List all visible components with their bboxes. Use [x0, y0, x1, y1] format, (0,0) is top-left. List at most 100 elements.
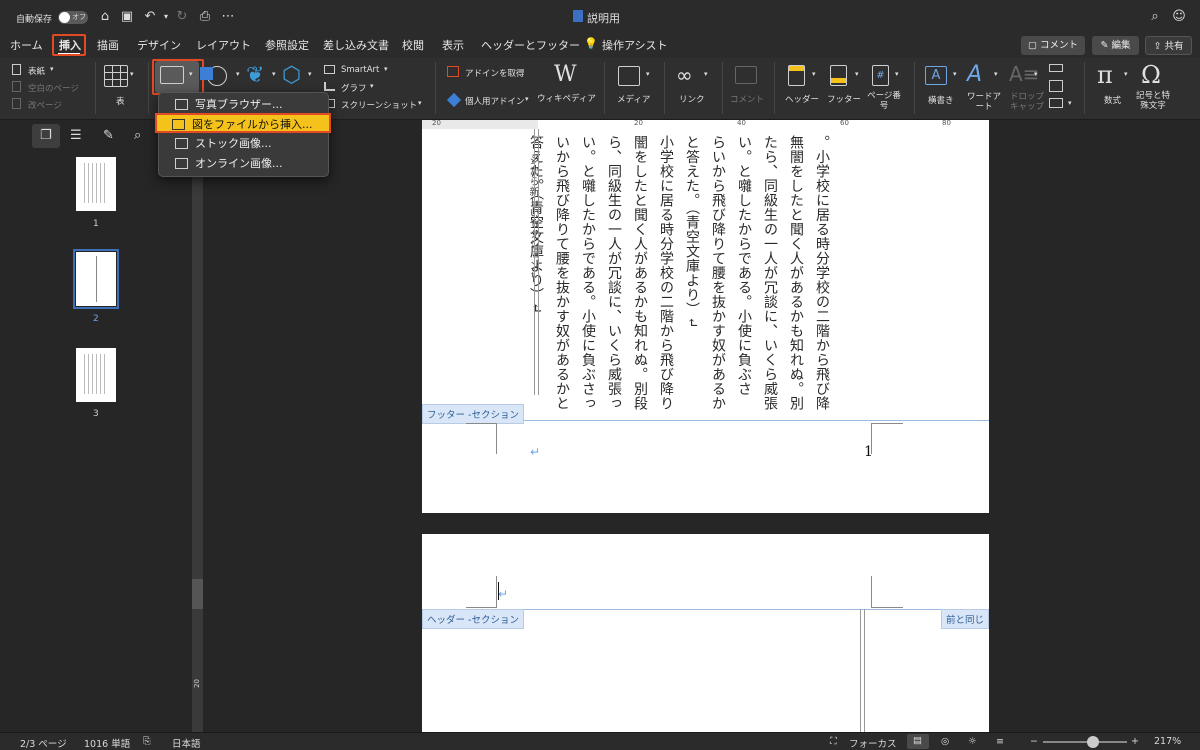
date-time-icon[interactable]	[1049, 80, 1063, 92]
outline-icon[interactable]: ☰	[70, 128, 82, 143]
search-icon[interactable]: ⌕	[1147, 9, 1163, 25]
page-thumbnail-1[interactable]	[76, 157, 116, 211]
comments-button[interactable]: ▢ コメント	[1021, 36, 1085, 55]
more-icon[interactable]: ⋯	[220, 9, 236, 25]
page-count[interactable]: 2/3 ページ	[20, 736, 67, 750]
textbox-dropdown-icon[interactable]: ▾	[953, 70, 957, 78]
header-button[interactable]: ヘッダー	[785, 93, 819, 105]
menu-item-photo-browser[interactable]: 写真ブラウザー...	[160, 95, 328, 115]
smartart-button[interactable]: SmartArt	[341, 65, 379, 75]
zoom-slider[interactable]	[1043, 736, 1127, 748]
tab-layout[interactable]: レイアウト	[196, 37, 251, 53]
link-button[interactable]: リンク	[679, 93, 705, 105]
smartart-dropdown-icon[interactable]: ▾	[384, 65, 388, 73]
redo-icon[interactable]: ↻	[174, 9, 190, 25]
wikipedia-icon[interactable]: W	[554, 62, 577, 87]
save-icon[interactable]: ▣	[119, 9, 135, 25]
undo-icon[interactable]: ↶	[142, 9, 158, 25]
object-icon[interactable]	[1049, 98, 1063, 108]
tab-view[interactable]: 表示	[442, 37, 464, 53]
zoom-slider-knob[interactable]	[1087, 736, 1100, 748]
share-button[interactable]: ⇪ 共有	[1145, 36, 1192, 55]
undo-dropdown-icon[interactable]: ▾	[158, 9, 174, 25]
link-dropdown-icon[interactable]: ▾	[704, 70, 708, 78]
word-count[interactable]: 1016 単語	[84, 736, 130, 750]
chart-dropdown-icon[interactable]: ▾	[370, 82, 374, 90]
wordart-button[interactable]: ワードアート	[966, 92, 1002, 112]
media-icon[interactable]	[618, 66, 640, 86]
blank-page-button[interactable]: 空白のページ	[28, 82, 79, 94]
chart-button[interactable]: グラフ	[341, 82, 367, 94]
language[interactable]: 日本語	[172, 736, 201, 750]
tab-header-footer[interactable]: ヘッダーとフッター	[481, 37, 580, 53]
screenshot-button[interactable]: スクリーンショット	[341, 99, 417, 111]
review-icon[interactable]: ✎	[103, 128, 114, 143]
media-dropdown-icon[interactable]: ▾	[646, 70, 650, 78]
3d-models-dropdown-icon[interactable]: ▾	[308, 70, 312, 78]
page-number-icon[interactable]: #	[872, 65, 889, 86]
table-icon[interactable]	[104, 65, 128, 87]
home-icon[interactable]: ⌂	[97, 9, 113, 25]
header-dropdown-icon[interactable]: ▾	[812, 70, 816, 78]
comment-insert-button[interactable]: コメント	[730, 93, 764, 105]
footer-icon[interactable]	[830, 65, 847, 86]
web-layout-icon[interactable]: ◎	[941, 736, 949, 747]
screenshot-dropdown-icon[interactable]: ▾	[418, 99, 422, 107]
tab-references[interactable]: 参照設定	[265, 37, 309, 53]
3d-models-icon[interactable]: ⬡	[282, 63, 301, 88]
page-thumbnail-3[interactable]	[76, 348, 116, 402]
vertical-ruler[interactable]: 20	[192, 129, 203, 732]
wordart-icon[interactable]: A	[967, 62, 982, 87]
horizontal-ruler[interactable]: 20 20 40 60 80	[422, 119, 989, 129]
icons-icon[interactable]: ❦	[246, 63, 264, 88]
equation-button[interactable]: 数式	[1104, 94, 1121, 106]
proofing-icon[interactable]: ⎘	[143, 736, 151, 747]
icons-dropdown-icon[interactable]: ▾	[272, 70, 276, 78]
shapes-dropdown-icon[interactable]: ▾	[236, 70, 240, 78]
link-icon[interactable]: ∞	[676, 63, 693, 87]
textbox-button[interactable]: 横書き	[928, 94, 954, 106]
document-page-1[interactable]: 。小学校に居る時分学校の二階から飛び降 無闇をしたと聞く人があるかも知れぬ。別 …	[422, 129, 989, 513]
tab-draw[interactable]: 描画	[97, 37, 119, 53]
zoom-out-button[interactable]: −	[1030, 736, 1038, 747]
page-number-button[interactable]: ページ番号	[866, 91, 902, 111]
footer-button[interactable]: フッター	[827, 93, 861, 105]
dropcap-button[interactable]: ドロップキャップ	[1007, 92, 1047, 112]
focus-button[interactable]: フォーカス	[849, 736, 897, 750]
symbol-icon[interactable]: Ω	[1141, 61, 1161, 89]
tab-design[interactable]: デザイン	[137, 37, 181, 53]
equation-dropdown-icon[interactable]: ▾	[1124, 70, 1128, 78]
print-icon[interactable]: ⎙	[197, 9, 213, 25]
outline-view-icon[interactable]: ≡	[996, 736, 1004, 747]
zoom-in-button[interactable]: +	[1131, 736, 1139, 747]
table-dropdown-icon[interactable]: ▾	[130, 70, 134, 78]
cover-page-button[interactable]: 表紙	[28, 65, 45, 77]
editing-button[interactable]: ✎ 編集	[1092, 36, 1139, 55]
zoom-level[interactable]: 217%	[1154, 736, 1181, 747]
signature-line-icon[interactable]	[1049, 64, 1063, 72]
document-page-2[interactable]: ↵ ヘッダー -セクション 前と同じ	[422, 534, 989, 732]
object-dropdown-icon[interactable]: ▾	[1068, 99, 1072, 107]
tab-review[interactable]: 校閲	[402, 37, 424, 53]
symbol-button[interactable]: 記号と特殊文字	[1133, 91, 1173, 111]
comment-insert-icon[interactable]	[735, 66, 757, 84]
header-icon[interactable]	[788, 65, 805, 86]
equation-icon[interactable]: π	[1097, 61, 1113, 89]
page-thumbnail-2[interactable]	[73, 249, 119, 309]
table-button[interactable]: 表	[116, 95, 125, 107]
menu-item-picture-from-file[interactable]: 図をファイルから挿入...	[155, 113, 331, 133]
account-icon[interactable]: ☺	[1171, 9, 1187, 25]
footer-dropdown-icon[interactable]: ▾	[855, 70, 859, 78]
tab-home[interactable]: ホーム	[10, 37, 43, 53]
media-button[interactable]: メディア	[617, 93, 650, 105]
page-number-dropdown-icon[interactable]: ▾	[895, 70, 899, 78]
get-addins-button[interactable]: アドインを取得	[465, 67, 525, 79]
my-addins-button[interactable]: 個人用アドイン	[465, 95, 525, 107]
wordart-dropdown-icon[interactable]: ▾	[994, 70, 998, 78]
wikipedia-button[interactable]: ウィキペディア	[537, 92, 596, 104]
tab-tell-me[interactable]: 操作アシスト	[602, 37, 668, 53]
sidebar-search-icon[interactable]: ⌕	[134, 128, 141, 143]
dropcap-dropdown-icon[interactable]: ▾	[1034, 70, 1038, 78]
menu-item-stock-images[interactable]: ストック画像...	[160, 134, 328, 154]
cover-dropdown-icon[interactable]: ▾	[50, 65, 54, 73]
